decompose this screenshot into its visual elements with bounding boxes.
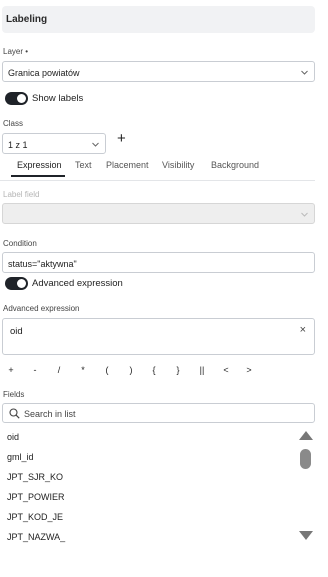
tab-expression[interactable]: Expression [17, 160, 62, 170]
active-tab-indicator [11, 175, 65, 177]
close-icon[interactable]: × [300, 324, 306, 336]
toggle-knob [17, 279, 26, 288]
label-field-label: Label field [3, 190, 40, 199]
list-item[interactable]: JPT_NAZWA_ [7, 532, 65, 542]
tab-background[interactable]: Background [211, 160, 259, 170]
operator-greater-than-button[interactable]: > [244, 365, 254, 375]
class-select-value: 1 z 1 [8, 140, 28, 150]
fields-label: Fields [3, 390, 25, 399]
tabs-divider [0, 180, 315, 181]
layer-select-value: Granica powiatów [8, 68, 80, 78]
show-labels-toggle[interactable] [5, 92, 28, 105]
list-item[interactable]: oid [7, 432, 19, 442]
advanced-expression-toggle[interactable] [5, 277, 28, 290]
tab-bar: Expression Text Placement Visibility Bac… [0, 160, 315, 180]
condition-input[interactable]: status="aktywna" [2, 252, 315, 273]
chevron-down-icon [92, 141, 99, 148]
class-select[interactable]: 1 z 1 [2, 133, 106, 154]
operator-close-brace-button[interactable]: } [173, 365, 183, 375]
layer-select[interactable]: Granica powiatów [2, 61, 315, 82]
toggle-knob [17, 94, 26, 103]
list-item[interactable]: JPT_SJR_KO [7, 472, 63, 482]
operator-plus-button[interactable]: + [6, 365, 16, 375]
show-labels-text: Show labels [32, 93, 84, 104]
tab-placement[interactable]: Placement [106, 160, 149, 170]
advanced-expression-label: Advanced expression [3, 304, 80, 313]
advanced-expression-textarea[interactable]: oid × [2, 318, 315, 355]
operator-less-than-button[interactable]: < [221, 365, 231, 375]
panel-title: Labeling [6, 14, 48, 25]
advanced-expression-text: Advanced expression [32, 278, 123, 289]
tab-text[interactable]: Text [75, 160, 92, 170]
operator-divide-button[interactable]: / [54, 365, 64, 375]
label-field-select[interactable] [2, 203, 315, 224]
scroll-up-arrow-icon[interactable] [299, 431, 313, 440]
list-item[interactable]: gml_id [7, 452, 34, 462]
operator-minus-button[interactable]: - [30, 365, 40, 375]
list-item[interactable]: JPT_KOD_JE [7, 512, 63, 522]
class-label: Class [3, 119, 24, 128]
chevron-down-icon [301, 69, 308, 76]
list-item[interactable]: JPT_POWIER [7, 492, 65, 502]
condition-label: Condition [3, 239, 37, 248]
chevron-down-icon [301, 211, 308, 218]
scrollbar-thumb[interactable] [300, 449, 311, 469]
scroll-down-arrow-icon[interactable] [299, 531, 313, 540]
tab-visibility[interactable]: Visibility [162, 160, 194, 170]
operator-close-paren-button[interactable]: ) [126, 365, 136, 375]
panel-header: Labeling [2, 6, 315, 33]
operator-open-brace-button[interactable]: { [149, 365, 159, 375]
operator-multiply-button[interactable]: * [78, 365, 88, 375]
condition-value: status="aktywna" [8, 259, 77, 269]
layer-label: Layer • [3, 47, 29, 56]
fields-search-input[interactable]: Search in list [2, 403, 315, 423]
add-class-button[interactable]: + [117, 131, 126, 146]
fields-search-placeholder: Search in list [24, 409, 76, 419]
search-icon [9, 408, 20, 422]
operator-open-paren-button[interactable]: ( [102, 365, 112, 375]
advanced-expression-value: oid [10, 326, 23, 337]
operator-concat-button[interactable]: || [197, 365, 207, 375]
